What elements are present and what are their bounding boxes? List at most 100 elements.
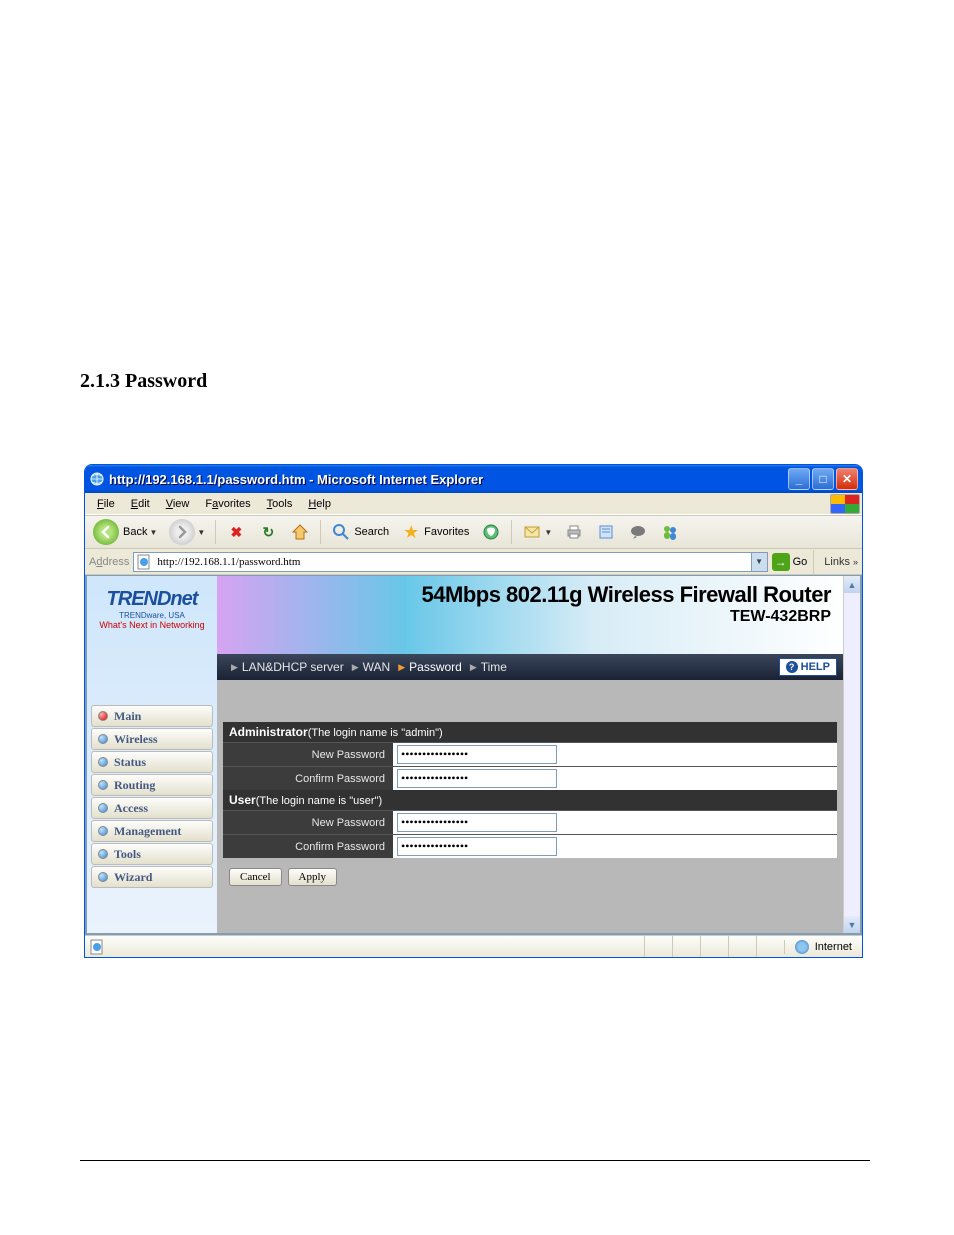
- links-button[interactable]: Links »: [824, 556, 858, 568]
- mail-icon: [522, 522, 542, 542]
- nav-dot-icon: [98, 757, 108, 767]
- sidebar-item-label: Wireless: [114, 732, 158, 747]
- forward-button[interactable]: ▼: [165, 517, 209, 547]
- menu-help[interactable]: Help: [300, 496, 339, 512]
- page-icon: [89, 939, 105, 955]
- menu-favorites[interactable]: Favorites: [197, 496, 258, 512]
- sidebar-item-label: Tools: [114, 847, 141, 862]
- scroll-down-button[interactable]: ▼: [844, 916, 860, 933]
- sidebar-item-label: Access: [114, 801, 148, 816]
- menu-edit[interactable]: Edit: [123, 496, 158, 512]
- brand-logo: TRENDnet TRENDware, USA What's Next in N…: [87, 584, 217, 644]
- favorites-label: Favorites: [424, 526, 469, 538]
- subnav-item-lan-dhcp[interactable]: LAN&DHCP server: [242, 660, 344, 674]
- sidebar-item-label: Management: [114, 824, 181, 839]
- address-dropdown-button[interactable]: ▼: [752, 552, 768, 572]
- separator: [813, 550, 814, 574]
- admin-confirm-password-input[interactable]: [397, 769, 557, 788]
- address-input[interactable]: [155, 555, 748, 569]
- sidebar-item-status[interactable]: Status: [91, 751, 213, 773]
- page-heading: 2.1.3 Password: [80, 370, 207, 393]
- sidebar-item-management[interactable]: Management: [91, 820, 213, 842]
- discuss-button[interactable]: [624, 520, 652, 544]
- print-button[interactable]: [560, 520, 588, 544]
- security-zone: Internet: [784, 940, 862, 954]
- search-button[interactable]: Search: [327, 520, 393, 544]
- home-button[interactable]: [286, 520, 314, 544]
- stop-button[interactable]: ✖: [222, 520, 250, 544]
- triangle-icon: ▶: [352, 662, 359, 673]
- minimize-button[interactable]: _: [788, 468, 810, 490]
- forward-dropdown-arrow-icon: ▼: [195, 528, 205, 537]
- stop-icon: ✖: [226, 522, 246, 542]
- field-label: Confirm Password: [223, 773, 393, 785]
- mail-dropdown-arrow-icon: ▼: [542, 528, 552, 537]
- button-row: Cancel Apply: [223, 858, 837, 890]
- user-confirm-password-input[interactable]: [397, 837, 557, 856]
- back-label: Back: [123, 526, 147, 538]
- form-row-user-confirm-password: Confirm Password: [223, 834, 837, 858]
- form-row-admin-confirm-password: Confirm Password: [223, 766, 837, 790]
- search-label: Search: [354, 526, 389, 538]
- refresh-button[interactable]: ↻: [254, 520, 282, 544]
- sidebar-item-tools[interactable]: Tools: [91, 843, 213, 865]
- nav-dot-icon: [98, 734, 108, 744]
- sidebar-item-wizard[interactable]: Wizard: [91, 866, 213, 888]
- main-panel: 54Mbps 802.11g Wireless Firewall Router …: [217, 576, 843, 933]
- links-label-text: Links: [824, 556, 850, 568]
- favorites-button[interactable]: ★ Favorites: [397, 520, 473, 544]
- print-icon: [564, 522, 584, 542]
- chevron-right-icon: »: [853, 557, 858, 567]
- brand-sub2: What's Next in Networking: [89, 620, 215, 630]
- address-input-wrap: [133, 552, 751, 572]
- titlebar: http://192.168.1.1/password.htm - Micros…: [85, 465, 862, 493]
- sidebar-item-label: Wizard: [114, 870, 152, 885]
- banner: 54Mbps 802.11g Wireless Firewall Router …: [217, 576, 843, 654]
- subnav-item-password[interactable]: Password: [409, 660, 462, 674]
- user-new-password-input[interactable]: [397, 813, 557, 832]
- separator: [511, 520, 512, 544]
- menu-tools[interactable]: Tools: [259, 496, 301, 512]
- sidebar-item-main[interactable]: Main: [91, 705, 213, 727]
- close-button[interactable]: ✕: [836, 468, 858, 490]
- media-button[interactable]: [477, 520, 505, 544]
- back-dropdown-arrow-icon: ▼: [147, 528, 157, 537]
- menu-file[interactable]: File: [89, 496, 123, 512]
- subnav-item-wan[interactable]: WAN: [363, 660, 391, 674]
- sidebar-item-access[interactable]: Access: [91, 797, 213, 819]
- windows-flag-icon: [830, 494, 860, 514]
- menu-view[interactable]: View: [158, 496, 198, 512]
- page-icon: [136, 554, 152, 570]
- star-icon: ★: [401, 522, 421, 542]
- sidebar-item-routing[interactable]: Routing: [91, 774, 213, 796]
- vertical-scrollbar[interactable]: ▲ ▼: [843, 576, 860, 933]
- search-icon: [331, 522, 351, 542]
- help-button[interactable]: ?HELP: [779, 658, 837, 676]
- admin-new-password-input[interactable]: [397, 745, 557, 764]
- mail-button[interactable]: ▼: [518, 520, 556, 544]
- nav-dot-icon: [98, 711, 108, 721]
- field-label: New Password: [223, 817, 393, 829]
- go-button[interactable]: → Go: [772, 553, 808, 571]
- address-label: Address: [89, 556, 129, 568]
- browser-window: http://192.168.1.1/password.htm - Micros…: [84, 464, 863, 958]
- password-form: Administrator(The login name is "admin")…: [217, 680, 843, 898]
- section-note: (The login name is "admin"): [308, 727, 443, 739]
- subnav-item-time[interactable]: Time: [481, 660, 507, 674]
- banner-title: 54Mbps 802.11g Wireless Firewall Router: [229, 582, 831, 608]
- back-button[interactable]: Back ▼: [89, 517, 161, 547]
- edit-icon: [596, 522, 616, 542]
- sidebar-item-wireless[interactable]: Wireless: [91, 728, 213, 750]
- statusbar: Internet: [85, 935, 862, 957]
- messenger-button[interactable]: [656, 520, 684, 544]
- maximize-button[interactable]: □: [812, 468, 834, 490]
- edit-button[interactable]: [592, 520, 620, 544]
- cancel-button[interactable]: Cancel: [229, 868, 282, 886]
- nav-dot-icon: [98, 826, 108, 836]
- nav-dot-icon: [98, 872, 108, 882]
- section-title: User: [229, 793, 256, 807]
- scroll-up-button[interactable]: ▲: [844, 576, 860, 593]
- discuss-icon: [628, 522, 648, 542]
- apply-button[interactable]: Apply: [288, 868, 338, 886]
- go-arrow-icon: →: [772, 553, 790, 571]
